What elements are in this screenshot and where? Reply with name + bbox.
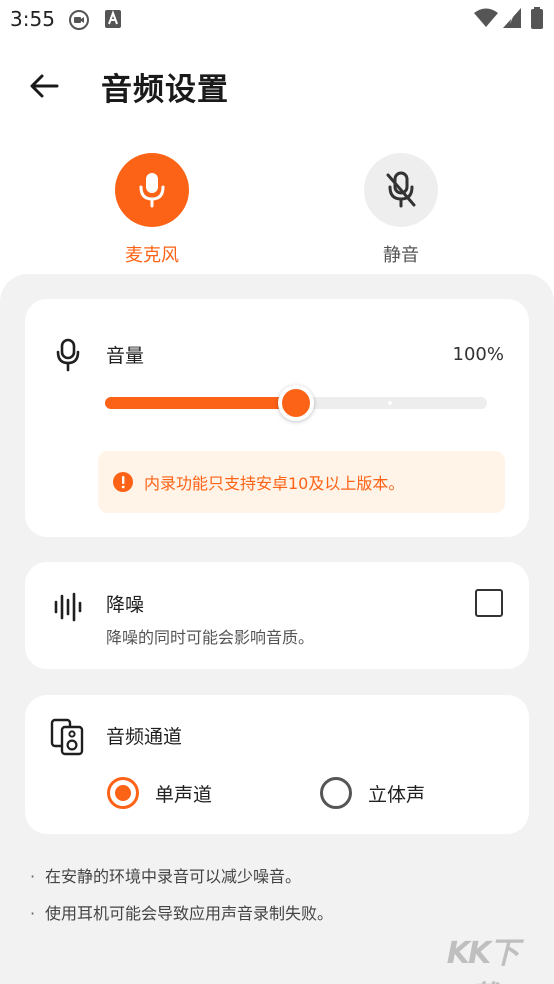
mic-off-icon	[386, 171, 416, 208]
audio-channel-card: 音频通道 单声道 立体声	[25, 695, 529, 834]
volume-slider-tick	[388, 401, 392, 405]
volume-card: 音量 100% 内录功能只支持安卓10及以上版本。	[25, 299, 529, 537]
battery-icon	[531, 7, 543, 33]
speaker-icon	[50, 718, 86, 760]
noise-reduction-description: 降噪的同时可能会影响音质。	[106, 628, 315, 647]
text-a-icon	[104, 9, 122, 33]
noise-reduction-checkbox[interactable]	[475, 589, 503, 617]
mode-microphone-label: 麦克风	[125, 245, 179, 266]
android-version-notice: 内录功能只支持安卓10及以上版本。	[98, 451, 505, 513]
volume-title: 音量	[106, 345, 145, 367]
radio-stereo-button[interactable]	[320, 777, 352, 809]
radio-mono-button[interactable]	[107, 777, 139, 809]
tip-item: · 在安静的环境中录音可以减少噪音。	[30, 863, 301, 887]
mic-icon	[139, 173, 165, 208]
volume-slider-thumb[interactable]	[278, 385, 314, 421]
volume-slider-fill	[105, 397, 296, 409]
radio-stereo-label: 立体声	[368, 783, 426, 806]
mic-outline-icon	[55, 338, 81, 376]
tip-bullet: ·	[30, 867, 36, 886]
notice-text: 内录功能只支持安卓10及以上版本。	[144, 474, 405, 493]
waveform-icon	[53, 592, 83, 626]
watermark-logo: KK下载 www.kkx.net	[434, 928, 530, 984]
noise-reduction-title: 降噪	[106, 594, 145, 616]
volume-value: 100%	[452, 344, 504, 365]
screen-record-icon	[68, 9, 90, 35]
back-button[interactable]	[26, 66, 62, 106]
signal-icon	[503, 8, 521, 32]
radio-mono-label: 单声道	[155, 783, 213, 806]
info-icon	[113, 472, 133, 492]
watermark-logo-mark: KK下载	[446, 936, 520, 984]
radio-stereo[interactable]: 立体声	[320, 777, 425, 809]
wifi-icon	[474, 8, 498, 32]
mode-mute-label: 静音	[383, 245, 419, 266]
tip-bullet: ·	[30, 904, 36, 923]
radio-mono[interactable]: 单声道	[107, 777, 212, 809]
tip-text: 在安静的环境中录音可以减少噪音。	[45, 867, 302, 886]
status-time: 3:55	[10, 7, 55, 31]
back-arrow-icon	[30, 74, 59, 98]
audio-channel-title: 音频通道	[106, 726, 183, 748]
mic-circle[interactable]	[115, 153, 189, 227]
mode-mute-button[interactable]: 静音	[351, 153, 451, 267]
status-bar: 3:55	[0, 0, 554, 38]
tip-item: · 使用耳机可能会导致应用声音录制失败。	[30, 900, 333, 924]
mode-microphone-button[interactable]: 麦克风	[102, 153, 202, 267]
volume-slider[interactable]	[105, 385, 487, 421]
mute-circle[interactable]	[364, 153, 438, 227]
page-title: 音频设置	[101, 72, 229, 108]
tip-text: 使用耳机可能会导致应用声音录制失败。	[45, 904, 334, 923]
noise-reduction-card[interactable]: 降噪 降噪的同时可能会影响音质。	[25, 562, 529, 669]
